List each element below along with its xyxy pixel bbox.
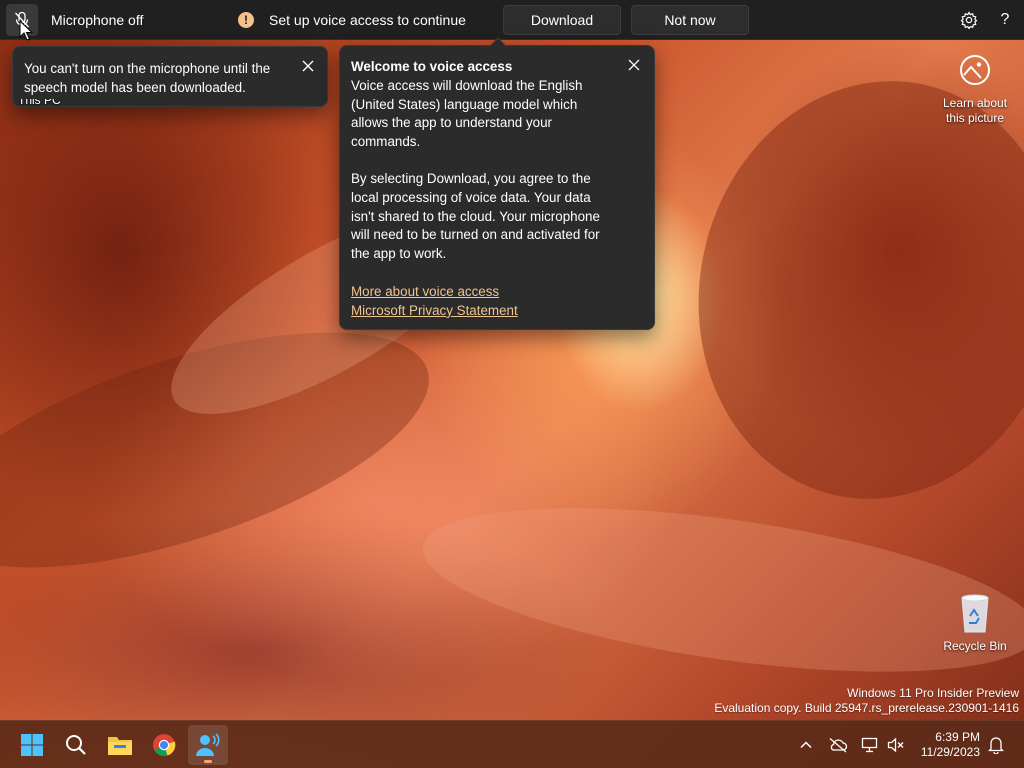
active-indicator [204,760,212,763]
onedrive-button[interactable] [828,735,848,755]
mouse-cursor-icon [19,20,33,41]
volume-button[interactable] [886,735,906,755]
windows-start-icon [21,734,43,756]
gear-icon [960,11,978,29]
warning-icon: ! [238,12,254,28]
taskbar: 6:39 PM 11/29/2023 [0,720,1024,768]
learn-about-picture-label: Learn about this picture [942,96,1008,125]
chrome-icon [153,734,176,757]
voice-access-icon [196,733,220,756]
privacy-statement-link[interactable]: Microsoft Privacy Statement [351,301,621,320]
microphone-flyout-text: You can't turn on the microphone until t… [24,61,271,95]
welcome-paragraph-2: By selecting Download, you agree to the … [351,170,600,262]
voice-access-button[interactable] [188,725,228,765]
watermark-line-1: Windows 11 Pro Insider Preview [847,686,1019,700]
close-icon[interactable] [300,58,316,74]
file-explorer-icon [108,737,132,755]
recycle-bin-label: Recycle Bin [943,639,1007,653]
chrome-button[interactable] [144,725,184,765]
file-explorer-button[interactable] [100,725,140,765]
close-icon[interactable] [626,57,642,73]
settings-button[interactable] [959,10,979,30]
help-button[interactable]: ? [995,10,1015,30]
search-icon [66,735,86,755]
show-hidden-icons-button[interactable] [796,735,816,755]
volume-muted-icon [887,737,904,753]
bell-icon [988,737,1004,754]
network-button[interactable] [860,735,880,755]
setup-message: Set up voice access to continue [269,12,466,28]
cloud-off-icon [829,738,848,753]
clock-time: 6:39 PM [935,730,980,744]
network-icon [861,737,878,753]
more-about-voice-access-link[interactable]: More about voice access [351,282,621,301]
start-button[interactable] [12,725,52,765]
microphone-status: Microphone off [51,12,144,28]
search-button[interactable] [56,725,96,765]
this-pc-label: This PC [18,99,61,107]
not-now-button[interactable]: Not now [631,5,749,35]
learn-about-picture-icon[interactable]: Learn about this picture [938,54,1012,126]
microphone-flyout: You can't turn on the microphone until t… [12,46,328,107]
clock-date: 11/29/2023 [920,745,980,759]
watermark-line-2: Evaluation copy. Build 25947.rs_prerelea… [714,701,1019,715]
notifications-button[interactable] [986,735,1006,755]
question-mark-icon: ? [1000,11,1010,28]
wallpaper-band [413,477,1024,703]
this-pc-icon[interactable]: This PC [18,99,68,111]
voice-access-bar: Microphone off ! Set up voice access to … [0,0,1024,41]
welcome-paragraph-1: Voice access will download the English (… [351,77,583,150]
flyout-caret [489,37,507,55]
welcome-title: Welcome to voice access [351,59,513,74]
clock[interactable]: 6:39 PM 11/29/2023 [921,730,980,760]
learn-picture-icon [960,55,990,85]
chevron-up-icon [800,741,812,749]
download-button[interactable]: Download [503,5,621,35]
recycle-bin-icon[interactable]: Recycle Bin [940,590,1010,653]
welcome-flyout: Welcome to voice access Voice access wil… [339,37,655,330]
recycle-bin-glyph-icon [961,594,989,633]
